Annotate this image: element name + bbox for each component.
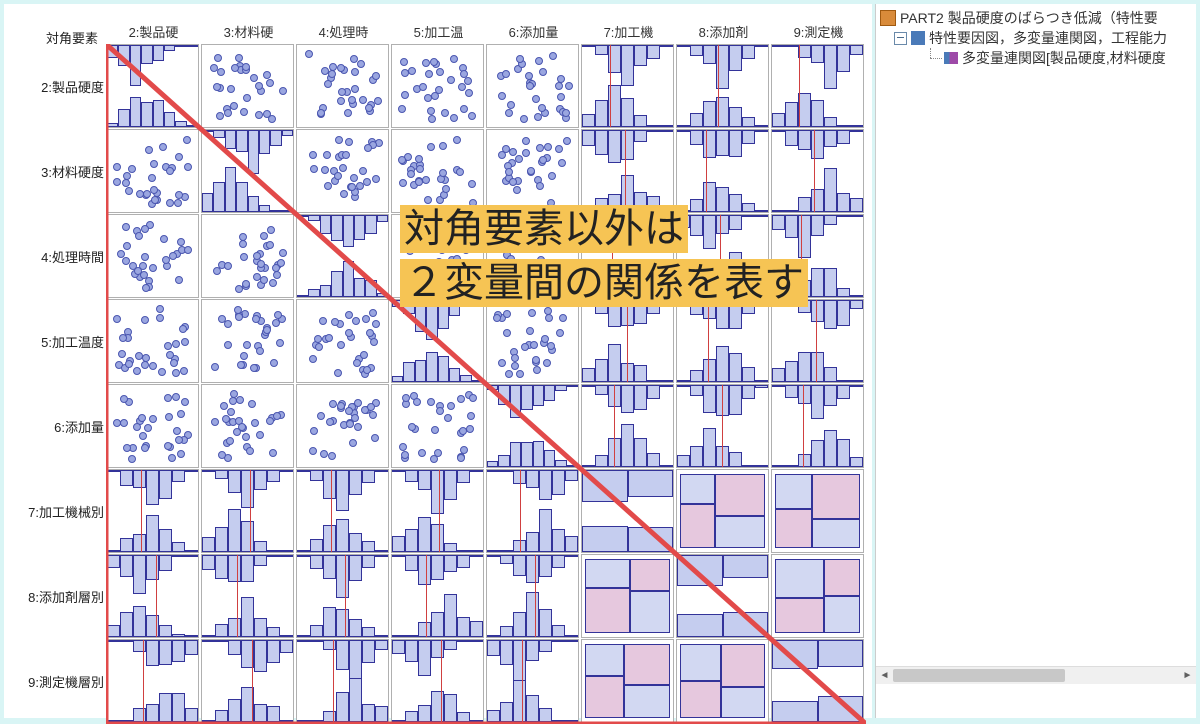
tree-branch-icon [924, 48, 944, 68]
matrix-cell[interactable] [676, 44, 769, 128]
matrix-cell[interactable] [581, 129, 674, 213]
row-header: 6:添加量 [12, 384, 108, 469]
matrix-cell[interactable] [676, 469, 769, 553]
outline-tree[interactable]: PART2 製品硬度のばらつき低減（特性要 特性要因図，多変量連関図，工程能力 … [876, 4, 1196, 68]
matrix-cell[interactable] [201, 639, 294, 723]
matrix-cell[interactable] [201, 299, 294, 383]
matrix-cell[interactable] [771, 639, 864, 723]
matrix-cell[interactable] [771, 469, 864, 553]
matrix-cell[interactable] [676, 554, 769, 638]
matrix-cell[interactable] [391, 554, 484, 638]
book-icon [880, 10, 896, 26]
annotation-line-1: 対角要素以外は [400, 205, 688, 253]
matrix-cell[interactable] [296, 554, 389, 638]
scatterplot-matrix: 対角要素 2:製品硬3:材料硬4:処理時5:加工温6:添加量7:加工機8:添加剤… [12, 22, 864, 722]
matrix-cell[interactable] [771, 299, 864, 383]
matrix-cell[interactable] [106, 299, 199, 383]
matrix-cell[interactable] [201, 44, 294, 128]
annotation-text: 対角要素以外は ２変量間の関係を表す [400, 202, 808, 310]
matrix-cell[interactable] [296, 469, 389, 553]
tree-item-report[interactable]: 特性要因図，多変量連関図，工程能力 [880, 28, 1192, 48]
matrix-cell[interactable] [201, 384, 294, 468]
matrix-cell[interactable] [771, 44, 864, 128]
matrix-cell[interactable] [581, 639, 674, 723]
matrix-cell[interactable] [581, 554, 674, 638]
matrix-cell[interactable] [581, 384, 674, 468]
scroll-left-button[interactable]: ◄ [876, 667, 893, 684]
matrix-cell[interactable] [581, 469, 674, 553]
matrix-cell[interactable] [296, 299, 389, 383]
matrix-cell[interactable] [391, 44, 484, 128]
tree-item-plot[interactable]: 多変量連関図[製品硬度,材料硬度 [880, 48, 1192, 68]
matrix-cell[interactable] [106, 44, 199, 128]
scroll-thumb[interactable] [893, 669, 1065, 682]
matrix-cell[interactable] [106, 384, 199, 468]
matrix-cell[interactable] [106, 469, 199, 553]
col-header: 2:製品硬 [106, 22, 201, 41]
row-header: 2:製品硬度 [12, 44, 108, 129]
matrix-cell[interactable] [391, 299, 484, 383]
row-header: 7:加工機械別 [12, 469, 108, 554]
tree-label: 特性要因図，多変量連関図，工程能力 [929, 28, 1167, 48]
row-header: 3:材料硬度 [12, 129, 108, 214]
matrix-cell[interactable] [486, 44, 579, 128]
matrix-cell[interactable] [486, 554, 579, 638]
collapse-icon[interactable] [894, 32, 907, 45]
matrix-cell[interactable] [296, 214, 389, 298]
matrix-cell[interactable] [201, 129, 294, 213]
annotation-line-2: ２変量間の関係を表す [400, 259, 808, 307]
tree-label: PART2 製品硬度のばらつき低減（特性要 [900, 8, 1158, 28]
col-header: 6:添加量 [486, 22, 581, 41]
scroll-track[interactable] [893, 667, 1179, 684]
matrix-cell[interactable] [296, 129, 389, 213]
matrix-cell[interactable] [106, 129, 199, 213]
col-header: 4:処理時 [296, 22, 391, 41]
col-header: 9:測定機 [771, 22, 866, 41]
matrix-cell[interactable] [771, 384, 864, 468]
matrix-cell[interactable] [676, 384, 769, 468]
row-header: 4:処理時間 [12, 214, 108, 299]
matrix-cell[interactable] [771, 554, 864, 638]
col-header: 7:加工機 [581, 22, 676, 41]
matrix-cell[interactable] [581, 44, 674, 128]
matrix-cell[interactable] [486, 384, 579, 468]
matrix-cell[interactable] [486, 469, 579, 553]
matrix-cell[interactable] [201, 214, 294, 298]
matrix-cell[interactable] [296, 384, 389, 468]
row-header: 9:測定機層別 [12, 639, 108, 724]
matrix-cell[interactable] [771, 129, 864, 213]
matrix-cell[interactable] [201, 554, 294, 638]
tree-item-root[interactable]: PART2 製品硬度のばらつき低減（特性要 [880, 8, 1192, 28]
scroll-right-button[interactable]: ► [1179, 667, 1196, 684]
matrix-cell[interactable] [486, 639, 579, 723]
matrix-cell[interactable] [391, 129, 484, 213]
grid-icon [911, 31, 925, 45]
matrix-cell[interactable] [676, 299, 769, 383]
matrix-cell[interactable] [106, 639, 199, 723]
navigator-panel: PART2 製品硬度のばらつき低減（特性要 特性要因図，多変量連関図，工程能力 … [875, 4, 1196, 718]
col-header: 8:添加剤 [676, 22, 771, 41]
matrix-cell[interactable] [581, 299, 674, 383]
matrix-cell[interactable] [391, 469, 484, 553]
matrix-cell[interactable] [676, 129, 769, 213]
col-header: 5:加工温 [391, 22, 486, 41]
row-header: 8:添加剤層別 [12, 554, 108, 639]
horizontal-scrollbar[interactable]: ◄ ► [876, 666, 1196, 684]
chart-icon [944, 52, 958, 64]
matrix-cell[interactable] [296, 44, 389, 128]
matrix-cell[interactable] [106, 554, 199, 638]
matrix-cell[interactable] [296, 639, 389, 723]
matrix-cell[interactable] [391, 639, 484, 723]
matrix-cell[interactable] [486, 129, 579, 213]
row-header: 5:加工温度 [12, 299, 108, 384]
matrix-cell[interactable] [676, 639, 769, 723]
col-header: 3:材料硬 [201, 22, 296, 41]
matrix-cell[interactable] [486, 299, 579, 383]
matrix-cell[interactable] [106, 214, 199, 298]
chart-panel: 対角要素 2:製品硬3:材料硬4:処理時5:加工温6:添加量7:加工機8:添加剤… [4, 4, 872, 718]
tree-label: 多変量連関図[製品硬度,材料硬度 [962, 48, 1166, 68]
matrix-cell[interactable] [201, 469, 294, 553]
matrix-cell[interactable] [391, 384, 484, 468]
